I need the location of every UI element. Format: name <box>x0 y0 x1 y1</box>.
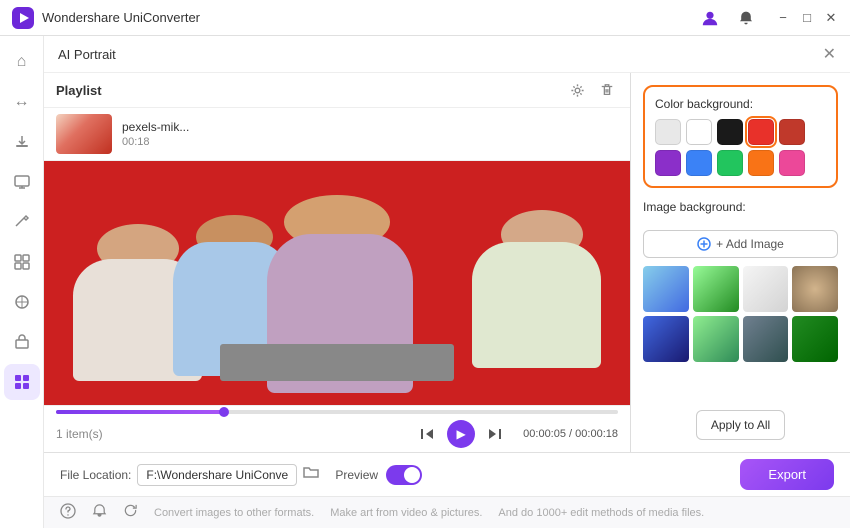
footer-text-1: Convert images to other formats. <box>154 507 314 519</box>
time-display: 00:00:05 / 00:00:18 <box>523 428 618 440</box>
sidebar-item-screen[interactable] <box>4 164 40 200</box>
image-thumb-3[interactable] <box>743 266 789 312</box>
video-preview <box>44 161 630 405</box>
file-location-label: File Location: <box>60 468 131 482</box>
main-layout: ⌂ ↔ AI Portrait ✕ <box>0 36 850 528</box>
playlist-duration: 00:18 <box>122 136 189 148</box>
help-icon[interactable] <box>60 503 76 523</box>
color-swatch-lightgray[interactable] <box>655 119 681 145</box>
playlist-item-info: pexels-mik... 00:18 <box>122 120 189 148</box>
playlist-item[interactable]: pexels-mik... 00:18 <box>44 108 630 161</box>
sidebar-item-download[interactable] <box>4 124 40 160</box>
middle-section: Playlist p <box>44 73 850 452</box>
sidebar-item-home[interactable]: ⌂ <box>4 44 40 80</box>
right-panel: Color background: <box>631 73 850 452</box>
panel-header: AI Portrait ✕ <box>44 36 850 73</box>
titlebar: Wondershare UniConverter − □ ✕ <box>0 0 850 36</box>
color-grid <box>655 119 826 176</box>
image-thumb-1[interactable] <box>643 266 689 312</box>
image-thumb-4[interactable] <box>792 266 838 312</box>
add-image-button[interactable]: + Add Image <box>643 230 838 258</box>
controls-row: 1 item(s) ▶ 00:00:05 / <box>56 420 618 448</box>
playlist-title: Playlist <box>56 83 102 98</box>
sidebar-item-toolbox[interactable] <box>4 324 40 360</box>
progress-fill <box>56 410 225 414</box>
file-location: File Location: <box>60 464 319 486</box>
file-path-input[interactable] <box>137 464 297 486</box>
folder-button[interactable] <box>303 464 319 485</box>
playlist-delete-button[interactable] <box>596 79 618 101</box>
color-swatch-black[interactable] <box>717 119 743 145</box>
color-swatch-blue[interactable] <box>686 150 712 176</box>
preview-label: Preview <box>335 468 378 482</box>
maximize-button[interactable]: □ <box>800 11 814 25</box>
playlist-header: Playlist <box>44 73 630 108</box>
export-button[interactable]: Export <box>740 459 834 490</box>
app-logo <box>12 7 34 29</box>
progress-bar[interactable] <box>56 410 618 414</box>
panel-close-button[interactable]: ✕ <box>823 44 836 64</box>
items-count: 1 item(s) <box>56 427 103 441</box>
footer-text-3: And do 1000+ edit methods of media files… <box>498 507 704 519</box>
image-background-section: Image background: + Add Image <box>643 200 838 362</box>
bottom-bar: File Location: Preview Export <box>44 452 850 496</box>
image-thumb-5[interactable] <box>643 316 689 362</box>
app-title: Wondershare UniConverter <box>42 10 696 25</box>
color-swatch-white[interactable] <box>686 119 712 145</box>
preview-section: Preview <box>335 465 422 485</box>
notification-icon[interactable] <box>732 4 760 32</box>
footer-text-2: Make art from video & pictures. <box>330 507 482 519</box>
image-thumb-6[interactable] <box>693 316 739 362</box>
image-grid <box>643 266 838 362</box>
play-button[interactable]: ▶ <box>447 420 475 448</box>
color-swatch-purple[interactable] <box>655 150 681 176</box>
content-area: AI Portrait ✕ Playlist <box>44 36 850 528</box>
close-button[interactable]: ✕ <box>824 11 838 25</box>
image-background-label: Image background: <box>643 200 838 214</box>
playlist-actions <box>566 79 618 101</box>
image-thumb-2[interactable] <box>693 266 739 312</box>
playlist-thumbnail <box>56 114 112 154</box>
sidebar-item-edit[interactable] <box>4 204 40 240</box>
playlist-settings-button[interactable] <box>566 79 588 101</box>
playback-controls: ▶ 00:00:05 / 00:00:18 <box>415 420 618 448</box>
playlist-filename: pexels-mik... <box>122 120 189 134</box>
sidebar-item-toolkit[interactable] <box>4 364 40 400</box>
very-bottom: Convert images to other formats. Make ar… <box>44 496 850 528</box>
refresh-bottom-icon[interactable] <box>123 503 138 522</box>
color-swatch-green[interactable] <box>717 150 743 176</box>
left-panel: Playlist p <box>44 73 631 452</box>
total-time: 00:00:18 <box>575 428 618 440</box>
panel-title: AI Portrait <box>58 47 116 62</box>
add-image-label: + Add Image <box>716 237 784 251</box>
progress-thumb[interactable] <box>219 407 229 417</box>
sidebar: ⌂ ↔ <box>0 36 44 528</box>
window-buttons: − □ ✕ <box>776 11 838 25</box>
prev-button[interactable] <box>415 422 439 446</box>
laptop <box>220 344 454 381</box>
titlebar-controls: − □ ✕ <box>696 4 838 32</box>
image-thumb-8[interactable] <box>792 316 838 362</box>
color-background-label: Color background: <box>655 97 826 111</box>
sidebar-item-effects[interactable] <box>4 284 40 320</box>
toggle-thumb <box>404 467 420 483</box>
video-controls: 1 item(s) ▶ 00:00:05 / <box>44 405 630 452</box>
color-background-section: Color background: <box>643 85 838 188</box>
color-swatch-darkred[interactable] <box>779 119 805 145</box>
image-thumb-7[interactable] <box>743 316 789 362</box>
preview-toggle[interactable] <box>386 465 422 485</box>
sidebar-item-merge[interactable] <box>4 244 40 280</box>
video-scene <box>44 161 630 405</box>
apply-to-all-button[interactable]: Apply to All <box>696 410 785 440</box>
sidebar-item-convert[interactable]: ↔ <box>4 84 40 120</box>
minimize-button[interactable]: − <box>776 11 790 25</box>
next-button[interactable] <box>483 422 507 446</box>
current-time: 00:00:05 <box>523 428 566 440</box>
color-swatch-pink[interactable] <box>779 150 805 176</box>
color-swatch-red[interactable] <box>748 119 774 145</box>
person4-body <box>472 242 601 369</box>
color-swatch-orange[interactable] <box>748 150 774 176</box>
notification-bottom-icon[interactable] <box>92 503 107 522</box>
user-icon[interactable] <box>696 4 724 32</box>
